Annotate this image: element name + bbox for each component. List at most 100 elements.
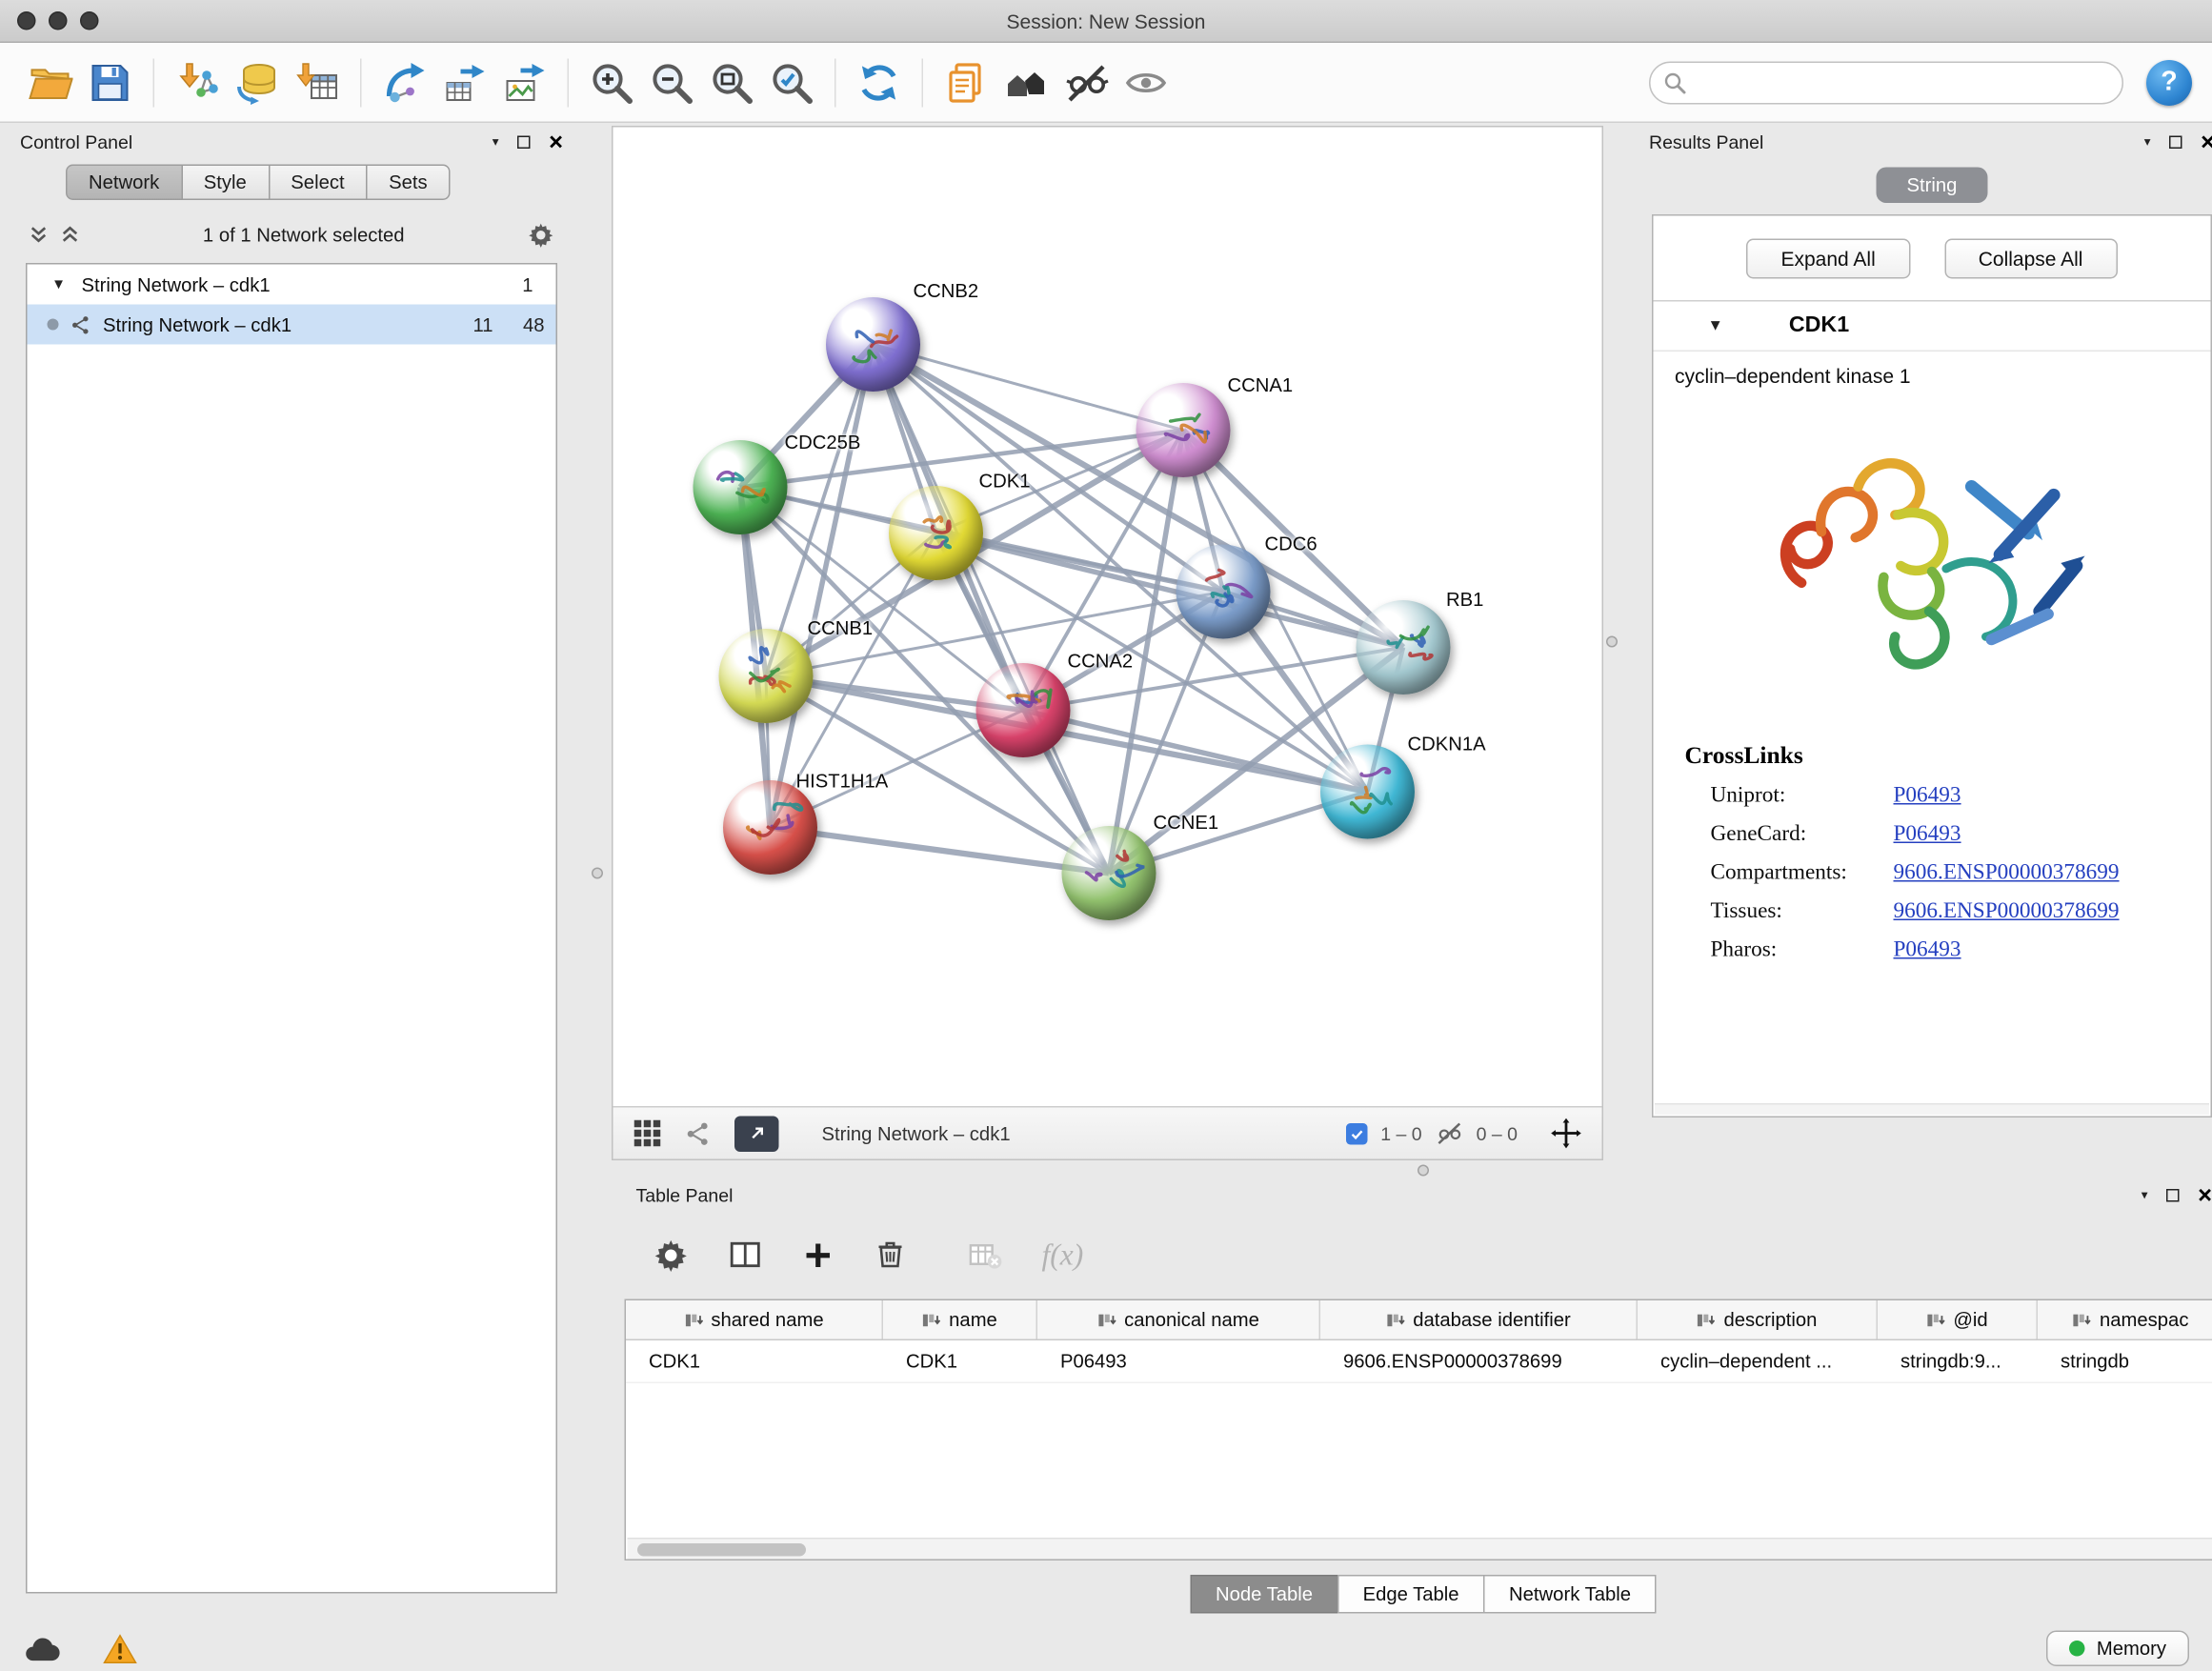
crosslink-value-link[interactable]: 9606.ENSP00000378699 bbox=[1894, 859, 2120, 885]
results-panel-close-icon[interactable]: × bbox=[2201, 130, 2212, 154]
table-cell[interactable]: stringdb:9... bbox=[1878, 1351, 2038, 1373]
gear-icon[interactable] bbox=[528, 221, 555, 249]
collapse-all-button[interactable]: Collapse All bbox=[1944, 239, 2118, 279]
network-node-CDC25B[interactable] bbox=[694, 440, 788, 534]
refresh-button[interactable] bbox=[849, 50, 909, 113]
network-node-CCNE1[interactable] bbox=[1062, 826, 1156, 920]
network-node-label: RB1 bbox=[1446, 589, 1483, 611]
tab-node-table[interactable]: Node Table bbox=[1190, 1575, 1338, 1614]
network-node-HIST1H1A[interactable] bbox=[723, 780, 817, 875]
memory-button[interactable]: Memory bbox=[2046, 1631, 2189, 1667]
table-panel-collapse-icon[interactable]: ▾ bbox=[2142, 1188, 2148, 1201]
tab-sets[interactable]: Sets bbox=[366, 165, 451, 201]
column-header[interactable]: name bbox=[883, 1300, 1037, 1339]
tab-style[interactable]: Style bbox=[181, 165, 270, 201]
add-column-plus-icon[interactable] bbox=[802, 1238, 835, 1272]
zoom-out-button[interactable] bbox=[642, 50, 702, 113]
network-node-CDK1[interactable] bbox=[889, 486, 983, 580]
table-panel-close-icon[interactable]: × bbox=[2198, 1182, 2212, 1207]
zoom-in-button[interactable] bbox=[582, 50, 642, 113]
expand-all-button[interactable]: Expand All bbox=[1746, 239, 1909, 279]
crosslink-value-link[interactable]: 9606.ENSP00000378699 bbox=[1894, 898, 2120, 924]
search-input[interactable] bbox=[1649, 61, 2123, 104]
network-canvas[interactable]: CCNB2CCNA1CDC25BCDK1CDC6RB1CCNB1CCNA2CDK… bbox=[613, 128, 1602, 1107]
column-header[interactable]: @id bbox=[1878, 1300, 2038, 1339]
import-network-from-file-button[interactable] bbox=[168, 50, 228, 113]
show-all-button[interactable] bbox=[1116, 50, 1176, 113]
network-collection-row[interactable]: ▼ String Network – cdk1 1 bbox=[28, 265, 556, 305]
table-cell[interactable]: CDK1 bbox=[883, 1351, 1037, 1373]
network-node-CCNB1[interactable] bbox=[719, 629, 814, 723]
results-panel-collapse-icon[interactable]: ▾ bbox=[2144, 135, 2151, 149]
collapse-all-networks-icon[interactable] bbox=[60, 225, 80, 245]
splitter-handle-left[interactable] bbox=[592, 868, 603, 879]
gallery-homes-button[interactable] bbox=[996, 50, 1056, 113]
control-panel-collapse-icon[interactable]: ▾ bbox=[493, 135, 499, 149]
clone-network-button[interactable] bbox=[374, 50, 434, 113]
tab-select[interactable]: Select bbox=[268, 165, 367, 201]
splitter-handle-bottom[interactable] bbox=[1418, 1165, 1429, 1177]
crosslink-value-link[interactable]: P06493 bbox=[1894, 782, 1961, 808]
crosslink-value-link[interactable]: P06493 bbox=[1894, 936, 1961, 962]
birds-eye-grid-icon[interactable] bbox=[633, 1119, 662, 1148]
delete-table-icon-disabled bbox=[966, 1237, 1003, 1274]
gene-section-collapse-icon[interactable]: ▼ bbox=[1708, 318, 1723, 334]
help-button[interactable]: ? bbox=[2146, 59, 2192, 105]
selected-checkbox[interactable] bbox=[1346, 1122, 1368, 1144]
table-cell[interactable]: stringdb bbox=[2038, 1351, 2212, 1373]
table-row[interactable]: CDK1CDK1P064939606.ENSP00000378699cyclin… bbox=[626, 1340, 2212, 1383]
results-panel-float-icon[interactable] bbox=[2169, 135, 2182, 149]
table-gear-icon[interactable] bbox=[654, 1237, 690, 1273]
tree-expand-icon[interactable]: ▼ bbox=[48, 276, 70, 292]
zoom-selected-button[interactable] bbox=[762, 50, 822, 113]
protein-structure-image bbox=[1748, 396, 2117, 728]
table-cell[interactable]: 9606.ENSP00000378699 bbox=[1320, 1351, 1638, 1373]
network-row-selected[interactable]: String Network – cdk1 11 48 bbox=[28, 305, 556, 345]
results-tab-string[interactable]: String bbox=[1877, 168, 1988, 204]
results-horizontal-scrollbar[interactable] bbox=[1655, 1103, 2209, 1115]
save-session-button[interactable] bbox=[80, 50, 140, 113]
column-header[interactable]: canonical name bbox=[1037, 1300, 1320, 1339]
import-network-from-database-button[interactable] bbox=[228, 50, 288, 113]
zoom-fit-button[interactable] bbox=[702, 50, 762, 113]
network-node-CDKN1A[interactable] bbox=[1320, 745, 1415, 839]
table-cell[interactable]: CDK1 bbox=[626, 1351, 883, 1373]
splitter-handle-right[interactable] bbox=[1606, 636, 1618, 648]
tab-network-table[interactable]: Network Table bbox=[1483, 1575, 1657, 1614]
column-header[interactable]: database identifier bbox=[1320, 1300, 1638, 1339]
scrollbar-thumb[interactable] bbox=[637, 1543, 806, 1557]
network-node-CDC6[interactable] bbox=[1176, 545, 1271, 639]
crosslink-label: Compartments: bbox=[1711, 859, 1894, 885]
column-header[interactable]: namespac bbox=[2038, 1300, 2212, 1339]
hide-selected-button[interactable] bbox=[1056, 50, 1116, 113]
column-header[interactable]: shared name bbox=[626, 1300, 883, 1339]
graph-view-icon[interactable] bbox=[685, 1119, 713, 1147]
network-edges[interactable] bbox=[613, 128, 1602, 1107]
open-session-button[interactable] bbox=[20, 50, 80, 113]
open-in-new-window-button[interactable] bbox=[734, 1116, 779, 1152]
table-horizontal-scrollbar[interactable] bbox=[628, 1538, 2212, 1560]
network-node-CCNA2[interactable] bbox=[976, 663, 1071, 757]
pan-crosshair-icon[interactable] bbox=[1551, 1117, 1582, 1149]
column-header[interactable]: description bbox=[1638, 1300, 1878, 1339]
duplicate-page-button[interactable] bbox=[936, 50, 996, 113]
delete-column-trash-icon[interactable] bbox=[874, 1238, 908, 1272]
network-node-RB1[interactable] bbox=[1357, 600, 1451, 695]
network-node-CCNB2[interactable] bbox=[826, 297, 920, 392]
tab-network[interactable]: Network bbox=[66, 165, 182, 201]
warning-icon[interactable] bbox=[103, 1633, 137, 1664]
table-panel-float-icon[interactable] bbox=[2166, 1188, 2180, 1201]
table-cell[interactable]: cyclin–dependent ... bbox=[1638, 1351, 1878, 1373]
control-panel-float-icon[interactable] bbox=[517, 135, 531, 149]
tab-edge-table[interactable]: Edge Table bbox=[1337, 1575, 1485, 1614]
split-columns-icon[interactable] bbox=[728, 1237, 764, 1273]
crosslink-value-link[interactable]: P06493 bbox=[1894, 821, 1961, 847]
control-panel-close-icon[interactable]: × bbox=[549, 130, 563, 154]
table-cell[interactable]: P06493 bbox=[1037, 1351, 1320, 1373]
network-node-CCNA1[interactable] bbox=[1136, 383, 1231, 477]
export-table-button[interactable] bbox=[434, 50, 494, 113]
cloud-icon[interactable] bbox=[23, 1635, 63, 1663]
expand-all-networks-icon[interactable] bbox=[29, 225, 49, 245]
import-table-from-file-button[interactable] bbox=[288, 50, 348, 113]
export-image-button[interactable] bbox=[494, 50, 554, 113]
